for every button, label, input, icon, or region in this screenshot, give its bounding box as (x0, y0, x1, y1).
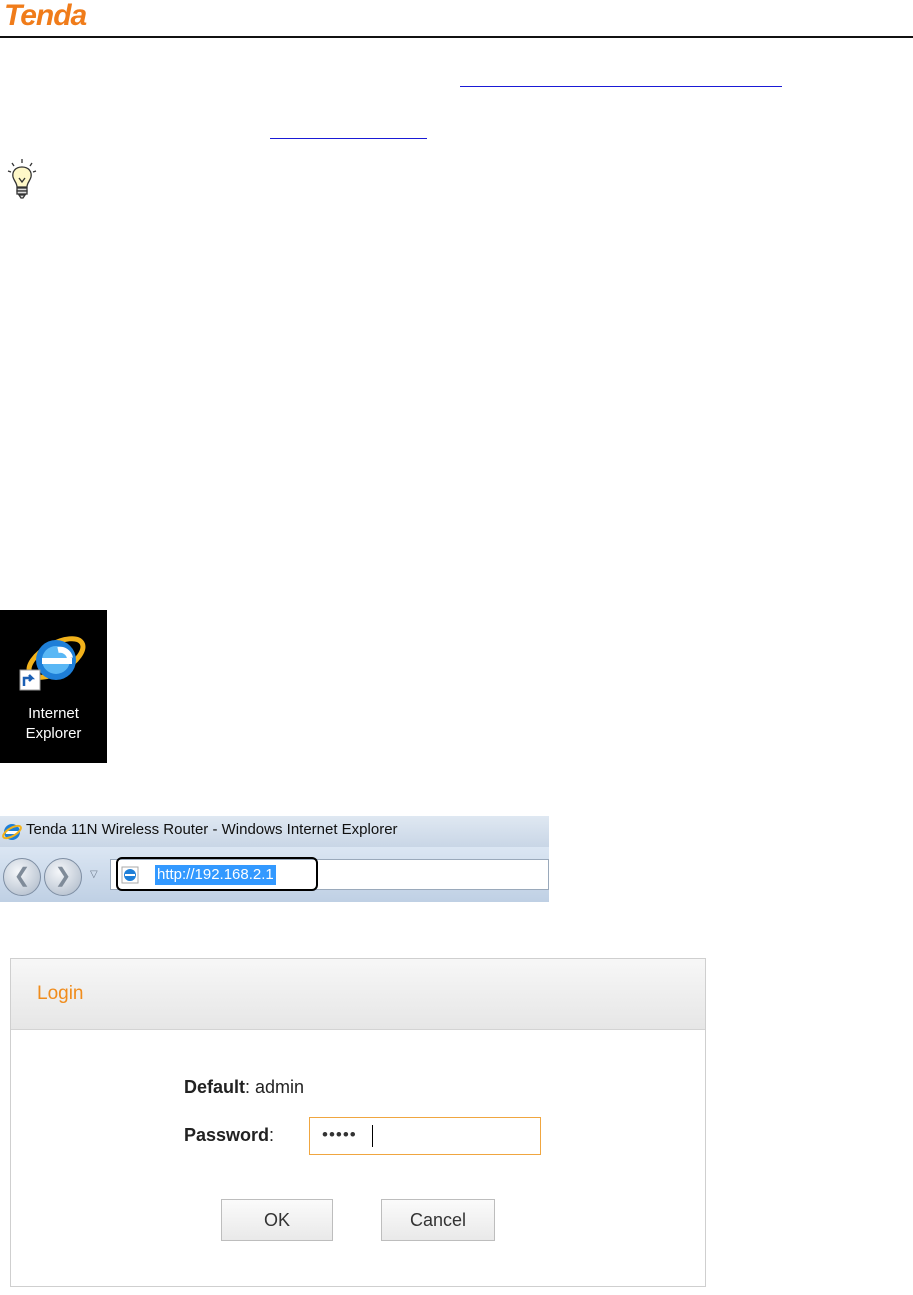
password-row: Password: (184, 1125, 274, 1146)
default-label: Default (184, 1077, 246, 1097)
password-input[interactable]: ••••• (309, 1117, 541, 1155)
hyperlink-underline-2[interactable] (270, 138, 427, 139)
browser-window-title: Tenda 11N Wireless Router - Windows Inte… (26, 821, 398, 838)
password-separator: : (269, 1125, 275, 1145)
header-divider (0, 36, 913, 38)
browser-title-bar: Tenda 11N Wireless Router - Windows Inte… (0, 816, 549, 847)
internet-explorer-desktop-shortcut[interactable]: Internet Explorer (0, 610, 107, 763)
login-dialog: Login Default: admin Password: ••••• OK … (10, 958, 706, 1287)
browser-nav-bar: ❮ ❯ ▽ http://192.168.2.1 (0, 847, 549, 902)
history-dropdown-icon[interactable]: ▽ (90, 869, 98, 880)
internet-explorer-icon (19, 636, 86, 691)
ok-button[interactable]: OK (221, 1199, 333, 1241)
default-password-hint: Default: admin (184, 1077, 304, 1098)
password-value: ••••• (322, 1125, 357, 1144)
password-label: Password (184, 1125, 270, 1145)
tenda-logo: Tenda (4, 0, 87, 32)
lightbulb-tip-icon (6, 158, 38, 202)
back-arrow-icon[interactable]: ❮ (3, 858, 41, 896)
internet-explorer-label: Internet Explorer (25, 705, 82, 742)
browser-window: Tenda 11N Wireless Router - Windows Inte… (0, 816, 549, 902)
hyperlink-underline-1[interactable] (460, 86, 782, 87)
forward-arrow-icon[interactable]: ❯ (44, 858, 82, 896)
login-header: Login (11, 959, 705, 1030)
text-cursor (372, 1125, 373, 1147)
ie-small-icon (2, 824, 22, 840)
login-title: Login (37, 983, 84, 1004)
address-highlight-box (116, 857, 318, 891)
default-value: : admin (245, 1077, 305, 1097)
cancel-button[interactable]: Cancel (381, 1199, 495, 1241)
